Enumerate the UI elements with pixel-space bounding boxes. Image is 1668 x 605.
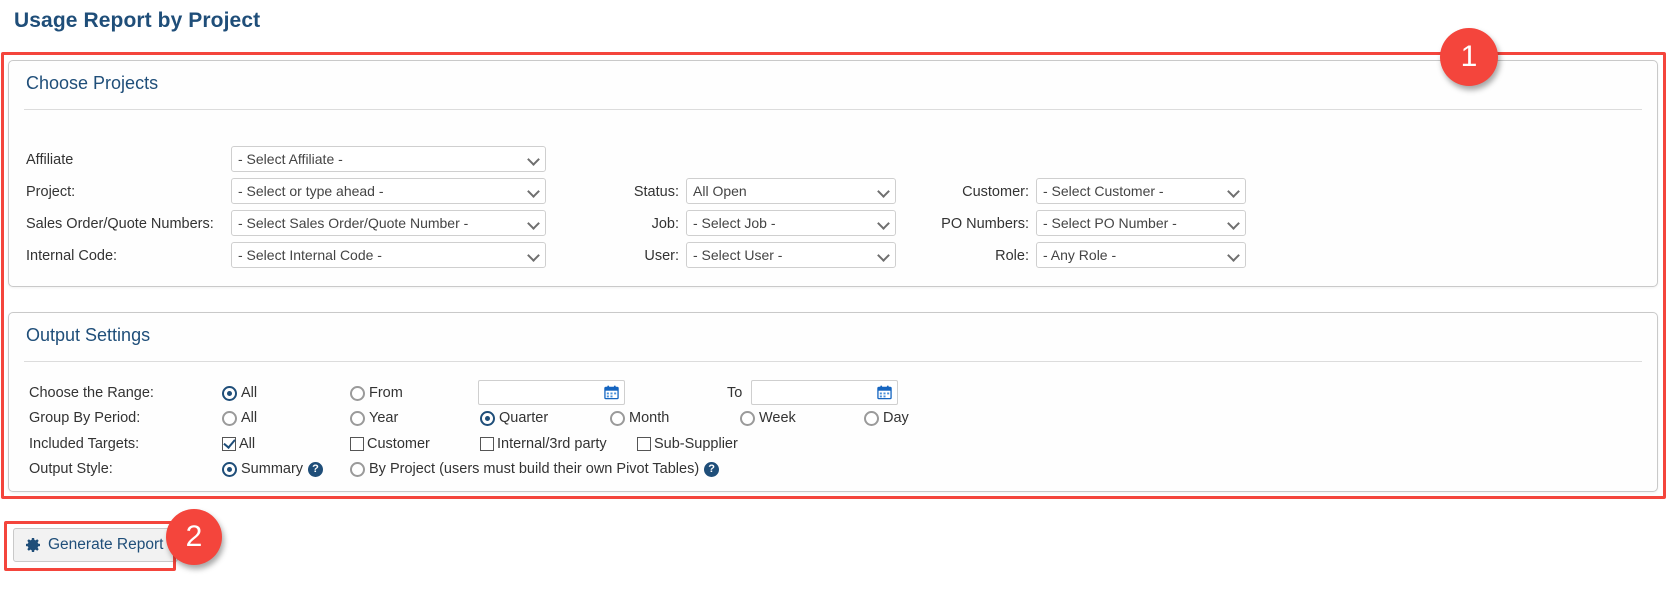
label-choose-range: Choose the Range: (29, 385, 154, 401)
label-user: User: (644, 248, 679, 264)
radio-icon (610, 410, 625, 426)
target-checkbox-sub-supplier-label: Sub-Supplier (654, 436, 738, 452)
checkbox-icon (637, 437, 651, 451)
label-project: Project: (26, 184, 76, 200)
label-output-style: Output Style: (29, 461, 113, 477)
radio-icon (222, 461, 237, 477)
radio-icon (350, 461, 365, 477)
output-style-radio-summary[interactable]: Summary ? (222, 459, 324, 479)
output-style-by-project-label: By Project (users must build their own P… (369, 461, 700, 477)
label-role: Role: (995, 248, 1029, 264)
customer-select[interactable]: - Select Customer - (1036, 178, 1246, 204)
range-from-date-input[interactable] (478, 380, 625, 405)
project-select[interactable]: - Select or type ahead - (231, 178, 546, 204)
project-select-wrap: - Select or type ahead - (231, 178, 546, 204)
period-radio-all-label: All (241, 410, 258, 426)
target-checkbox-sub-supplier[interactable]: Sub-Supplier (637, 434, 738, 454)
radio-icon (350, 410, 365, 426)
target-checkbox-all-label: All (239, 436, 256, 452)
label-internal-code: Internal Code: (26, 248, 118, 264)
customer-select-wrap: - Select Customer - (1036, 178, 1246, 204)
period-radio-quarter-label: Quarter (499, 410, 549, 426)
internal-code-select[interactable]: - Select Internal Code - (231, 242, 546, 268)
panel-divider (24, 361, 1642, 362)
period-radio-day[interactable]: Day (864, 408, 909, 428)
annotation-badge-1: 1 (1440, 28, 1498, 86)
sales-order-select[interactable]: - Select Sales Order/Quote Number - (231, 210, 546, 236)
label-to: To (727, 385, 743, 401)
internal-code-select-wrap: - Select Internal Code - (231, 242, 546, 268)
page-title: Usage Report by Project (14, 9, 261, 32)
radio-icon (864, 410, 879, 426)
generate-report-label: Generate Report (48, 536, 164, 553)
period-radio-week[interactable]: Week (740, 408, 796, 428)
checkbox-icon (222, 437, 236, 451)
report-page: Usage Report by Project Choose Projects … (0, 0, 1668, 605)
period-radio-year-label: Year (369, 410, 399, 426)
label-affiliate: Affiliate (26, 152, 74, 168)
range-to-date-input[interactable] (751, 380, 898, 405)
label-sales-order: Sales Order/Quote Numbers: (26, 216, 214, 232)
po-numbers-select[interactable]: - Select PO Number - (1036, 210, 1246, 236)
po-numbers-select-wrap: - Select PO Number - (1036, 210, 1246, 236)
help-icon[interactable]: ? (308, 461, 324, 477)
label-po-numbers: PO Numbers: (941, 216, 1029, 232)
output-style-radio-by-project[interactable]: By Project (users must build their own P… (350, 459, 720, 479)
range-radio-from-label: From (369, 385, 403, 401)
generate-report-button[interactable]: Generate Report (13, 528, 179, 562)
affiliate-select-wrap: - Select Affiliate - (231, 146, 546, 172)
range-from-date-wrap (478, 380, 625, 405)
gear-icon (26, 538, 40, 552)
affiliate-select[interactable]: - Select Affiliate - (231, 146, 546, 172)
range-to-date-wrap (751, 380, 898, 405)
radio-icon (740, 410, 755, 426)
output-settings-panel: Output Settings Choose the Range: All Fr… (8, 312, 1658, 492)
role-select[interactable]: - Any Role - (1036, 242, 1246, 268)
period-radio-all-real[interactable]: All (222, 408, 257, 428)
radio-icon (480, 410, 495, 426)
target-checkbox-internal[interactable]: Internal/3rd party (480, 434, 607, 454)
checkbox-icon (350, 437, 364, 451)
panel-divider (24, 109, 1642, 110)
radio-icon (222, 410, 237, 426)
period-radio-year[interactable]: Year (350, 408, 398, 428)
target-checkbox-customer[interactable]: Customer (350, 434, 430, 454)
label-customer: Customer: (962, 184, 1029, 200)
period-radio-week-label: Week (759, 410, 796, 426)
user-select-wrap: - Select User - (686, 242, 896, 268)
range-radio-all-label: All (241, 385, 258, 401)
range-radio-from[interactable]: From (350, 383, 403, 403)
output-style-summary-label: Summary (241, 461, 304, 477)
target-checkbox-all[interactable]: All (222, 434, 255, 454)
choose-projects-title: Choose Projects (26, 73, 159, 93)
label-job: Job: (651, 216, 679, 232)
help-icon[interactable]: ? (704, 461, 720, 477)
status-select-wrap: All Open (686, 178, 896, 204)
status-select[interactable]: All Open (686, 178, 896, 204)
radio-icon (350, 385, 365, 401)
role-select-wrap: - Any Role - (1036, 242, 1246, 268)
period-radio-day-label: Day (883, 410, 909, 426)
job-select[interactable]: - Select Job - (686, 210, 896, 236)
output-settings-title: Output Settings (26, 325, 151, 345)
annotation-badge-2: 2 (166, 509, 222, 565)
label-group-by-period: Group By Period: (29, 410, 141, 426)
checkbox-icon (480, 437, 494, 451)
target-checkbox-internal-label: Internal/3rd party (497, 436, 607, 452)
period-radio-quarter[interactable]: Quarter (480, 408, 548, 428)
user-select[interactable]: - Select User - (686, 242, 896, 268)
radio-icon (222, 385, 237, 401)
label-status: Status: (633, 184, 679, 200)
job-select-wrap: - Select Job - (686, 210, 896, 236)
sales-order-select-wrap: - Select Sales Order/Quote Number - (231, 210, 546, 236)
period-radio-month[interactable]: Month (610, 408, 669, 428)
period-radio-month-label: Month (629, 410, 670, 426)
choose-projects-panel: Choose Projects Affiliate Project: Sales… (8, 60, 1658, 287)
label-included-targets: Included Targets: (29, 436, 140, 452)
target-checkbox-customer-label: Customer (367, 436, 430, 452)
range-radio-all[interactable]: All (222, 383, 257, 403)
